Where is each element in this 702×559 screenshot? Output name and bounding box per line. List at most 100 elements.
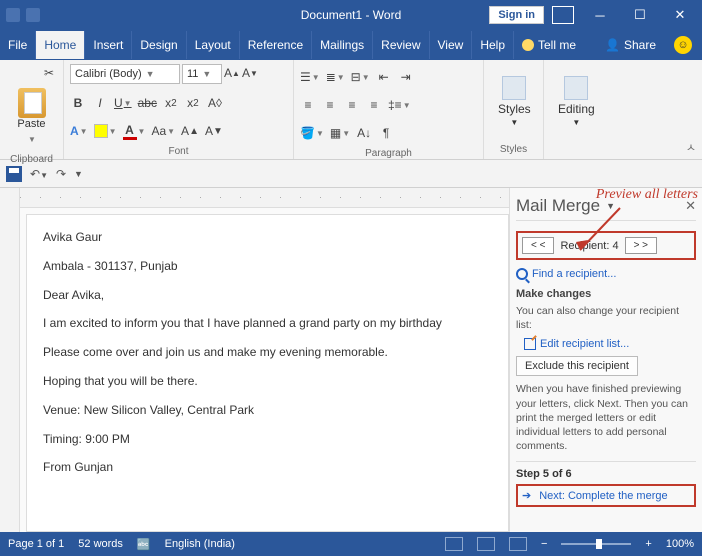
step-heading: Step 5 of 6 [516, 461, 696, 480]
pane-close-button[interactable]: ✕ [685, 198, 696, 214]
decrease-indent-icon[interactable]: ⇤ [376, 68, 392, 86]
font-size-combo[interactable]: 11▼ [182, 64, 222, 84]
close-button[interactable]: ✕ [662, 1, 698, 29]
share-button[interactable]: 👤 Share [597, 38, 664, 52]
tab-view[interactable]: View [430, 31, 473, 59]
show-marks-icon[interactable]: ¶ [378, 124, 394, 142]
cut-icon[interactable]: ✂ [41, 64, 57, 82]
next-complete-merge-link[interactable]: ➔Next: Complete the merge [522, 489, 690, 502]
read-mode-icon[interactable] [445, 537, 463, 551]
maximize-button[interactable]: ☐ [622, 1, 658, 29]
subscript-button[interactable]: x2 [163, 94, 179, 112]
status-bar: Page 1 of 1 52 words 🔤 English (India) −… [0, 532, 702, 556]
bold-button[interactable]: B [70, 94, 86, 112]
next-step-row: ➔Next: Complete the merge [516, 484, 696, 507]
underline-button[interactable]: U▼ [114, 94, 132, 112]
web-layout-icon[interactable] [509, 537, 527, 551]
tab-help[interactable]: Help [472, 31, 514, 59]
doc-line: Please come over and join us and make my… [43, 344, 492, 361]
ribbon-display-icon[interactable] [552, 6, 574, 24]
recipient-nav: < < Recipient: 4 > > [516, 231, 696, 260]
print-layout-icon[interactable] [477, 537, 495, 551]
tab-mailings[interactable]: Mailings [312, 31, 373, 59]
vertical-ruler [0, 188, 20, 532]
grow-font2-icon[interactable]: A▲ [181, 122, 199, 140]
bullets-icon[interactable]: ☰▼ [300, 68, 320, 86]
tab-design[interactable]: Design [132, 31, 186, 59]
mail-merge-pane: Mail Merge▼ ✕ < < Recipient: 4 > > Find … [509, 188, 702, 532]
document-area[interactable]: Avika Gaur Ambala - 301137, Punjab Dear … [26, 214, 509, 532]
doc-line: Avika Gaur [43, 229, 492, 246]
paste-button[interactable]: Paste [17, 118, 45, 130]
tab-insert[interactable]: Insert [85, 31, 132, 59]
shrink-font-icon[interactable]: A▼ [242, 64, 258, 82]
clear-format-icon[interactable]: A◊ [207, 94, 223, 112]
zoom-level[interactable]: 100% [666, 538, 694, 550]
italic-button[interactable]: I [92, 94, 108, 112]
language-status[interactable]: English (India) [165, 538, 235, 550]
align-right-icon[interactable]: ≡ [344, 96, 360, 114]
strikethrough-button[interactable]: abc [138, 94, 157, 112]
align-left-icon[interactable]: ≡ [300, 96, 316, 114]
doc-line: I am excited to inform you that I have p… [43, 315, 492, 332]
paste-dropdown[interactable]: ▼ [24, 130, 40, 148]
exclude-recipient-button[interactable]: Exclude this recipient [516, 356, 638, 376]
doc-line: From Gunjan [43, 459, 492, 476]
sign-in-button[interactable]: Sign in [489, 6, 544, 24]
editing-button[interactable]: Editing ▼ [550, 72, 603, 131]
spellcheck-icon[interactable]: 🔤 [137, 538, 151, 551]
zoom-in-button[interactable]: + [645, 538, 651, 550]
qat-customize-icon[interactable]: ▼ [74, 169, 83, 179]
edit-recipient-list-link[interactable]: Edit recipient list... [524, 338, 696, 350]
doc-line: Dear Avika, [43, 287, 492, 304]
sort-icon[interactable]: A↓ [356, 124, 372, 142]
highlight-button[interactable]: ▼ [94, 122, 117, 140]
prev-recipient-button[interactable]: < < [522, 237, 554, 254]
justify-icon[interactable]: ≡ [366, 96, 382, 114]
shrink-font2-icon[interactable]: A▼ [205, 122, 223, 140]
ribbon-tabs: File Home Insert Design Layout Reference… [0, 30, 702, 60]
next-recipient-button[interactable]: > > [625, 237, 657, 254]
zoom-slider[interactable] [561, 543, 631, 545]
borders-icon[interactable]: ▦▼ [330, 124, 350, 142]
change-note: You can also change your recipient list: [516, 304, 696, 332]
change-case-button[interactable]: Aa▼ [151, 122, 175, 140]
doc-line: Ambala - 301137, Punjab [43, 258, 492, 275]
minimize-button[interactable]: ─ [582, 1, 618, 29]
document-title: Document1 - Word [301, 8, 401, 22]
tab-review[interactable]: Review [373, 31, 429, 59]
group-paragraph: Paragraph [294, 146, 483, 163]
doc-icon [26, 8, 40, 22]
find-recipient-link[interactable]: Find a recipient... [516, 268, 696, 280]
tell-me[interactable]: Tell me [514, 38, 584, 52]
grow-font-icon[interactable]: A▲ [224, 64, 240, 82]
increase-indent-icon[interactable]: ⇥ [398, 68, 414, 86]
text-effects-icon[interactable]: A▼ [70, 122, 88, 140]
arrow-right-icon: ➔ [522, 489, 531, 502]
tab-reference[interactable]: Reference [240, 31, 312, 59]
collapse-ribbon-icon[interactable]: ㅅ [686, 139, 696, 155]
align-center-icon[interactable]: ≡ [322, 96, 338, 114]
font-name-combo[interactable]: Calibri (Body)▼ [70, 64, 180, 84]
feedback-icon[interactable]: ☺ [674, 36, 692, 54]
styles-button[interactable]: Styles ▼ [490, 72, 539, 131]
tab-layout[interactable]: Layout [187, 31, 240, 59]
multilevel-icon[interactable]: ⊟▼ [351, 68, 370, 86]
paste-icon[interactable] [18, 88, 46, 118]
shading-icon[interactable]: 🪣▼ [300, 124, 324, 142]
save-icon[interactable] [6, 166, 22, 182]
tab-home[interactable]: Home [36, 31, 85, 59]
numbering-icon[interactable]: ≣▼ [326, 68, 345, 86]
line-spacing-icon[interactable]: ‡≡▼ [388, 96, 411, 114]
doc-line: Hoping that you will be there. [43, 373, 492, 390]
title-bar: Document1 - Word Sign in ─ ☐ ✕ [0, 0, 702, 30]
page-status[interactable]: Page 1 of 1 [8, 538, 64, 550]
editing-icon [564, 76, 588, 100]
tab-file[interactable]: File [0, 31, 36, 59]
preview-instructions: When you have finished previewing your l… [516, 382, 696, 453]
superscript-button[interactable]: x2 [185, 94, 201, 112]
zoom-out-button[interactable]: − [541, 538, 547, 550]
font-color-button[interactable]: A▼ [123, 122, 146, 140]
bulb-icon [522, 39, 534, 51]
word-count[interactable]: 52 words [78, 538, 123, 550]
